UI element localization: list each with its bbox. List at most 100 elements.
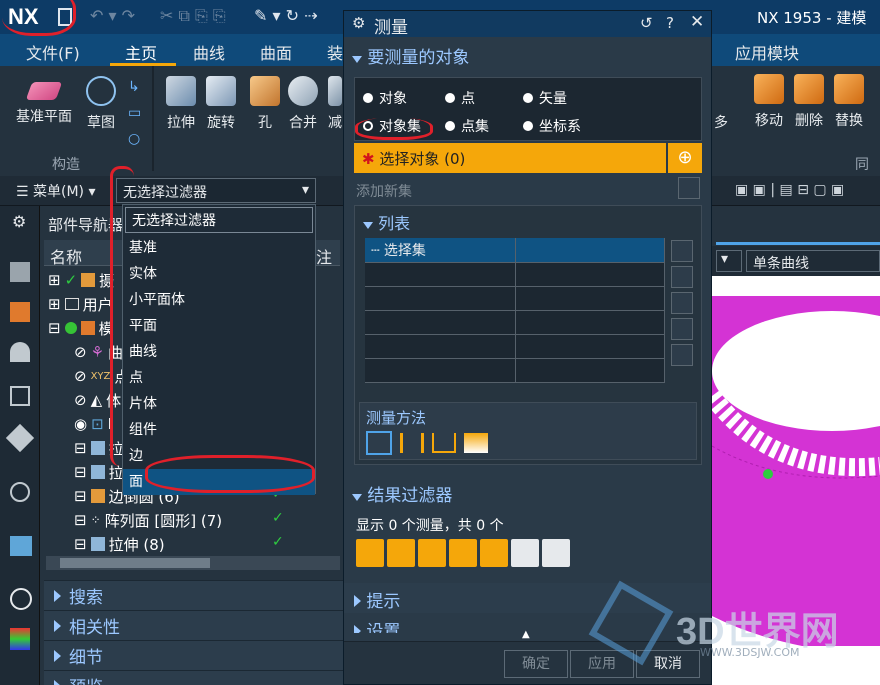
replace-button[interactable]: 替换 [834, 74, 864, 130]
filter-option-face[interactable]: 面 [123, 469, 315, 495]
method-icon-4[interactable] [464, 433, 488, 453]
tab-applications[interactable]: 应用模块 [735, 40, 799, 64]
reuse-library-icon[interactable] [10, 342, 30, 362]
tree-node-user[interactable]: ⊞ 用户 [48, 292, 113, 316]
web-browser-icon[interactable] [10, 482, 30, 502]
tree-node-datum[interactable]: ◉ ⊡ I [74, 412, 112, 436]
list-row-selection-set[interactable]: ┄ 选择集 [365, 238, 516, 263]
move-down-icon[interactable] [671, 318, 693, 340]
touch-mode-icon[interactable]: ✎ ▾ ↻ ⇢ [254, 6, 318, 25]
list-header[interactable]: 列表 [363, 210, 410, 234]
subtract-button[interactable]: 减 [328, 76, 342, 132]
result-filter-header[interactable]: 结果过滤器 [352, 481, 452, 506]
section-preview[interactable]: 预览 [44, 670, 344, 685]
filter-distance-icon[interactable] [356, 539, 384, 567]
filter-face-icon[interactable] [449, 539, 477, 567]
radio-object-set[interactable]: 对象集 [363, 116, 421, 136]
sketch-curve-icons[interactable]: ↳ ▭ ○ [128, 74, 146, 154]
menu-button[interactable]: ☰ 菜单(M) ▾ [16, 181, 96, 201]
scrollbar-thumb[interactable] [60, 558, 210, 568]
horizontal-scrollbar[interactable] [46, 556, 340, 570]
filter-option-sheet[interactable]: 片体 [123, 391, 315, 417]
tree-node-camera[interactable]: ⊞ ✓ 摄 [48, 268, 114, 292]
extrude-button[interactable]: 拉伸 [166, 76, 196, 132]
assembly-nav-icon[interactable] [10, 262, 30, 282]
delete-button[interactable]: 删除 [794, 74, 824, 130]
method-icon-2[interactable] [400, 433, 424, 453]
filter-option-component[interactable]: 组件 [123, 417, 315, 443]
tree-node-extrude-2[interactable]: ⊟ 拉 [74, 460, 124, 484]
close-icon[interactable]: ✕ [690, 12, 704, 32]
filter-arc-icon[interactable] [387, 539, 415, 567]
select-objects-row[interactable]: ✱ 选择对象 (0) [354, 143, 666, 173]
move-button[interactable]: 移动 [754, 74, 784, 130]
type-filter-select[interactable]: 无选择过滤器 ▾ [116, 178, 316, 203]
curve-rule-select[interactable]: 单条曲线 [746, 250, 880, 272]
method-icon-3[interactable] [432, 433, 456, 453]
radio-object[interactable]: 对象 [363, 88, 407, 108]
crosshair-select-icon[interactable]: ⊕ [668, 143, 702, 173]
filter-option-facet-body[interactable]: 小平面体 [123, 287, 315, 313]
tree-node-extrude-1[interactable]: ⊟ 拉 [74, 436, 124, 460]
filter-option-plane[interactable]: 平面 [123, 313, 315, 339]
tab-curve[interactable]: 曲线 [193, 40, 225, 64]
palette-icon[interactable] [10, 536, 32, 556]
filter-body-icon[interactable] [480, 539, 508, 567]
remove-icon[interactable] [671, 240, 693, 262]
column-note[interactable]: 注 [316, 244, 332, 268]
tab-surface[interactable]: 曲面 [260, 40, 292, 64]
tab-assembly[interactable]: 装 [327, 40, 343, 64]
radio-point[interactable]: 点 [445, 88, 475, 108]
hole-button[interactable]: 孔 [250, 76, 280, 132]
radio-point-set[interactable]: 点集 [445, 116, 489, 136]
column-name[interactable]: 名称 [50, 244, 82, 268]
sketch-button[interactable]: 草图 [86, 76, 116, 132]
tab-home[interactable]: 主页 [125, 40, 157, 64]
gear-icon[interactable]: ⚙ [352, 14, 365, 32]
filter-option-none[interactable]: 无选择过滤器 [125, 207, 313, 233]
move-bottom-icon[interactable] [671, 344, 693, 366]
tree-node-sheet[interactable]: ⊘ ◭ 体 [74, 388, 121, 412]
set-list-table[interactable]: ┄ 选择集 [365, 238, 665, 383]
ok-button[interactable]: 确定 [504, 650, 568, 678]
move-up-icon[interactable] [671, 292, 693, 314]
undo-icon[interactable]: ↶ ▾ ↷ [90, 6, 135, 25]
filter-option-curve[interactable]: 曲线 [123, 339, 315, 365]
rule-dropdown[interactable]: ▾ [716, 250, 742, 272]
filter-hatch-icon[interactable] [511, 539, 539, 567]
more-label[interactable]: 多 [714, 112, 728, 132]
gear-icon[interactable]: ⚙ [12, 212, 26, 231]
help-icon[interactable]: ? [666, 14, 674, 32]
system-materials-icon[interactable] [10, 628, 30, 650]
file-menu[interactable]: 文件(F) [26, 40, 80, 64]
section-search[interactable]: 搜索 [44, 580, 344, 610]
tree-node-curve[interactable]: ⊘ ⚘ 曲 [74, 340, 123, 364]
filter-option-point[interactable]: 点 [123, 365, 315, 391]
history-clock-icon[interactable] [10, 588, 32, 610]
constraint-nav-icon[interactable] [5, 423, 35, 453]
add-new-set[interactable]: 添加新集 [356, 181, 412, 201]
hd3d-icon[interactable] [10, 386, 30, 406]
method-icon-1[interactable] [366, 431, 392, 455]
clipboard-icons[interactable]: ✂ ⧉ ⎘ ⎘ [160, 6, 226, 26]
reset-icon[interactable]: ↺ [640, 14, 653, 32]
unite-button[interactable]: 合并 [288, 76, 318, 132]
filter-option-solid[interactable]: 实体 [123, 261, 315, 287]
tree-node-model[interactable]: ⊟ 模 [48, 316, 114, 340]
tree-node-pattern-face[interactable]: ⊟ ⁘ 阵列面 [圆形] (7) [74, 508, 222, 532]
datum-plane-button[interactable]: 基准平面 [16, 76, 72, 126]
radio-csys[interactable]: 坐标系 [523, 116, 581, 136]
move-top-icon[interactable] [671, 266, 693, 288]
section-objects-header[interactable]: 要测量的对象 [352, 43, 469, 68]
section-dependencies[interactable]: 相关性 [44, 610, 344, 640]
add-set-icon[interactable] [678, 177, 700, 199]
part-nav-icon[interactable] [10, 302, 30, 322]
section-details[interactable]: 细节 [44, 640, 344, 670]
revolve-button[interactable]: 旋转 [206, 76, 236, 132]
collapse-up-icon[interactable]: ▲ [522, 629, 530, 640]
filter-angle-icon[interactable] [418, 539, 446, 567]
filter-option-datum[interactable]: 基准 [123, 235, 315, 261]
snap-toolbar-icons[interactable]: ▣ ▣ | ▤ ⊟ ▢ ▣ [735, 182, 875, 200]
filter-option-edge[interactable]: 边 [123, 443, 315, 469]
save-icon[interactable] [58, 8, 72, 26]
